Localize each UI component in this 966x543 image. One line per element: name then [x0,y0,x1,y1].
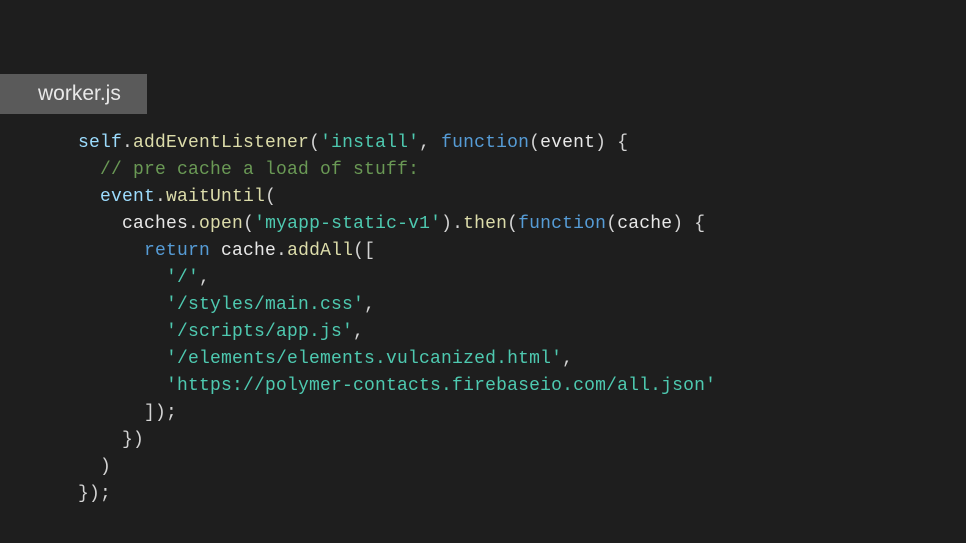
code-token: ( [606,214,617,234]
indent [78,160,100,180]
code-token: 'myapp-static-v1' [254,214,441,234]
code-token: }) [122,430,144,450]
indent [78,322,166,342]
code-token: ( [309,133,320,153]
indent [78,349,166,369]
code-token: . [276,241,287,261]
code-token: event [100,187,155,207]
code-token: event [540,133,595,153]
code-token: ) [595,133,606,153]
code-token: addAll [287,241,353,261]
code-token: , [353,322,364,342]
code-comment: // pre cache a load of stuff: [100,160,419,180]
code-token: '/styles/main.css' [166,295,364,315]
indent [78,430,122,450]
code-token: addEventListener [133,133,309,153]
code-token: 'https://polymer-contacts.firebaseio.com… [166,376,716,396]
code-token: cache [617,214,672,234]
code-token: self [78,133,122,153]
code-token: , [364,295,375,315]
code-token: ([ [353,241,375,261]
code-token: ( [529,133,540,153]
code-token: then [463,214,507,234]
indent [78,268,166,288]
code-token: { [683,214,705,234]
code-token: function [441,133,529,153]
indent [78,295,166,315]
code-token: . [155,187,166,207]
code-token: caches [122,214,188,234]
code-token: waitUntil [166,187,265,207]
code-token: ) [100,457,111,477]
code-token: cache [210,241,276,261]
code-token: '/scripts/app.js' [166,322,353,342]
code-token: ) [672,214,683,234]
code-token: ( [507,214,518,234]
code-token: }); [78,484,111,504]
indent [78,214,122,234]
code-token: '/elements/elements.vulcanized.html' [166,349,562,369]
code-token: ]); [144,403,177,423]
code-token: . [122,133,133,153]
code-token: function [518,214,606,234]
code-token: ) [441,214,452,234]
indent [78,187,100,207]
code-token: , [562,349,573,369]
code-token: 'install' [320,133,419,153]
code-token: ( [243,214,254,234]
code-token: . [188,214,199,234]
code-token: { [606,133,628,153]
code-token: , [199,268,210,288]
code-token: open [199,214,243,234]
code-token: . [452,214,463,234]
indent [78,403,144,423]
code-token: , [419,133,441,153]
code-token: ( [265,187,276,207]
tab-filename: worker.js [38,82,121,105]
code-token: '/' [166,268,199,288]
code-token: return [144,241,210,261]
indent [78,376,166,396]
indent [78,457,100,477]
code-editor[interactable]: self.addEventListener('install', functio… [78,130,716,508]
file-tab[interactable]: worker.js [0,74,147,114]
indent [78,241,144,261]
